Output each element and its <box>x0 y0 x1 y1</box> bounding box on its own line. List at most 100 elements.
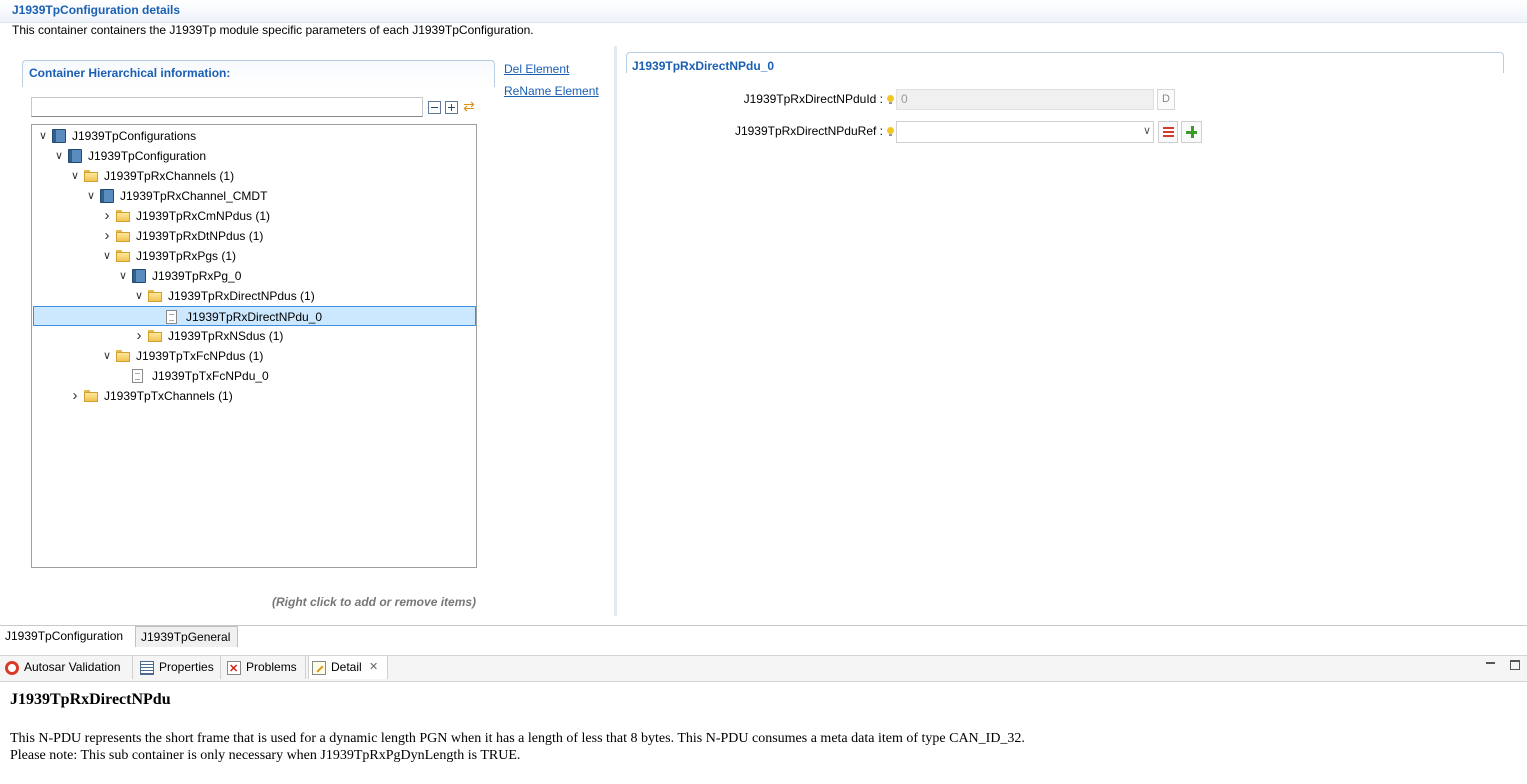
chevron-right-icon[interactable]: › <box>70 386 80 406</box>
details-description: This container containers the J1939Tp mo… <box>12 23 534 37</box>
list-icon <box>1163 131 1174 133</box>
rename-element-link[interactable]: ReName Element <box>504 84 599 98</box>
container-icon <box>52 129 66 143</box>
folder-icon <box>116 209 130 223</box>
npdu-id-field[interactable]: 0 <box>896 89 1154 110</box>
tree-node-label: J1939TpRxDirectNPdus (1) <box>168 289 315 303</box>
folder-icon <box>84 169 98 183</box>
folder-icon <box>116 249 130 263</box>
tree-filter-input[interactable] <box>31 97 423 117</box>
tab-j1939tp-general[interactable]: J1939TpGeneral <box>136 626 238 647</box>
tree-node[interactable]: ∨ J1939TpRxDirectNPdus (1) <box>32 286 476 306</box>
container-icon <box>68 149 82 163</box>
reference-list-button[interactable] <box>1158 121 1178 143</box>
tree-node-label: J1939TpRxNSdus (1) <box>168 329 284 343</box>
folder-icon <box>116 229 130 243</box>
tree-node-label: J1939TpRxPgs (1) <box>136 249 237 263</box>
tree-node-label: J1939TpRxDirectNPdu_0 <box>186 310 323 324</box>
chevron-down-icon[interactable]: ∨ <box>102 346 112 366</box>
tab-label: Autosar Validation <box>24 660 121 674</box>
detail-title: J1939TpRxDirectNPdu <box>10 691 171 708</box>
problems-icon <box>227 658 241 681</box>
info-bulb-icon <box>887 95 894 104</box>
list-icon <box>1163 127 1174 129</box>
npdu-ref-select[interactable] <box>896 121 1154 143</box>
detail-icon <box>312 661 326 675</box>
tree-node-label: J1939TpConfigurations <box>72 129 197 143</box>
tab-label: Problems <box>246 660 297 674</box>
tree-node-label: J1939TpRxCmNPdus (1) <box>136 209 271 223</box>
detail-note: Please note: This sub container is only … <box>10 748 521 763</box>
tree-node-label: J1939TpConfiguration <box>88 149 207 163</box>
tree-node-label: J1939TpTxChannels (1) <box>104 389 233 403</box>
tree-node[interactable]: ∨ J1939TpRxChannels (1) <box>32 166 476 186</box>
tree-node-label: J1939TpRxChannel_CMDT <box>120 189 268 203</box>
chevron-down-icon[interactable]: ∨ <box>54 146 64 166</box>
tree-node[interactable]: › J1939TpRxCmNPdus (1) <box>32 206 476 226</box>
minimize-icon[interactable] <box>1486 659 1496 669</box>
file-icon <box>166 310 177 324</box>
tab-autosar-validation[interactable]: Autosar Validation <box>2 656 133 679</box>
folder-icon <box>116 349 130 363</box>
link-with-editor-icon[interactable]: ⇄ <box>461 98 477 114</box>
chevron-down-icon[interactable]: ∨ <box>102 246 112 266</box>
folder-icon <box>148 329 162 343</box>
details-header-bar <box>0 0 1527 23</box>
tree-hint: (Right click to add or remove items) <box>272 595 477 609</box>
chevron-down-icon[interactable]: ∨ <box>70 166 80 186</box>
tree-node[interactable]: › J1939TpTxChannels (1) <box>32 386 476 406</box>
default-value-button[interactable]: D <box>1157 89 1175 110</box>
chevron-right-icon[interactable]: › <box>102 226 112 246</box>
tree-node[interactable]: ∨ J1939TpConfigurations <box>32 126 476 146</box>
maximize-icon[interactable] <box>1510 660 1520 670</box>
validation-icon <box>5 661 19 675</box>
tab-j1939tp-configuration[interactable]: J1939TpConfiguration <box>0 626 136 647</box>
chevron-down-icon[interactable]: ∨ <box>86 186 96 206</box>
tab-problems[interactable]: Problems <box>224 656 306 681</box>
detail-description: This N-PDU represents the short frame th… <box>10 731 1025 746</box>
container-tree[interactable]: ∨ J1939TpConfigurations ∨ J1939TpConfigurat… <box>31 124 477 568</box>
tree-node[interactable]: J1939TpRxDirectNPdu_0 <box>33 306 476 326</box>
tree-node-label: J1939TpRxPg_0 <box>152 269 242 283</box>
tab-label: Detail <box>331 660 362 674</box>
tree-node-label: J1939TpRxChannels (1) <box>104 169 235 183</box>
tree-node-label: J1939TpRxDtNPdus (1) <box>136 229 264 243</box>
tab-detail[interactable]: Detail ✕ <box>308 656 388 679</box>
del-element-link[interactable]: Del Element <box>504 62 569 76</box>
file-icon <box>132 369 143 383</box>
container-icon <box>132 269 146 283</box>
expand-all-icon[interactable] <box>445 101 458 114</box>
tree-node[interactable]: ∨ J1939TpTxFcNPdus (1) <box>32 346 476 366</box>
tree-node[interactable]: › J1939TpRxDtNPdus (1) <box>32 226 476 246</box>
chevron-down-icon[interactable]: ∨ <box>38 126 48 146</box>
tree-node[interactable]: ∨ J1939TpRxChannel_CMDT <box>32 186 476 206</box>
chevron-down-icon[interactable]: ∨ <box>1141 124 1153 138</box>
info-bulb-icon <box>887 127 894 136</box>
close-icon[interactable]: ✕ <box>369 656 378 679</box>
tree-node[interactable]: ∨ J1939TpConfiguration <box>32 146 476 166</box>
container-icon <box>100 189 114 203</box>
properties-icon <box>140 661 154 675</box>
folder-icon <box>148 289 162 303</box>
details-title: J1939TpConfiguration details <box>12 3 181 17</box>
tree-node[interactable]: › J1939TpRxNSdus (1) <box>32 326 476 346</box>
tree-node[interactable]: J1939TpTxFcNPdu_0 <box>32 366 476 386</box>
add-reference-button[interactable] <box>1181 121 1202 143</box>
chevron-right-icon[interactable]: › <box>134 326 144 346</box>
tree-node[interactable]: ∨ J1939TpRxPgs (1) <box>32 246 476 266</box>
collapse-all-icon[interactable] <box>428 101 441 114</box>
tree-node-label: J1939TpTxFcNPdu_0 <box>152 369 269 383</box>
tab-properties[interactable]: Properties <box>137 656 221 679</box>
npdu-id-label: J1939TpRxDirectNPduId : <box>743 92 883 106</box>
folder-icon <box>84 389 98 403</box>
list-icon <box>1163 135 1174 137</box>
chevron-down-icon[interactable]: ∨ <box>134 286 144 306</box>
tree-node[interactable]: ∨ J1939TpRxPg_0 <box>32 266 476 286</box>
npdu-ref-label: J1939TpRxDirectNPduRef : <box>734 124 883 138</box>
panel-divider[interactable] <box>614 46 617 616</box>
chevron-right-icon[interactable]: › <box>102 206 112 226</box>
parameter-group-title: J1939TpRxDirectNPdu_0 <box>632 59 775 73</box>
chevron-down-icon[interactable]: ∨ <box>118 266 128 286</box>
hierarchy-title: Container Hierarchical information: <box>29 66 231 80</box>
tab-label: Properties <box>159 660 214 674</box>
